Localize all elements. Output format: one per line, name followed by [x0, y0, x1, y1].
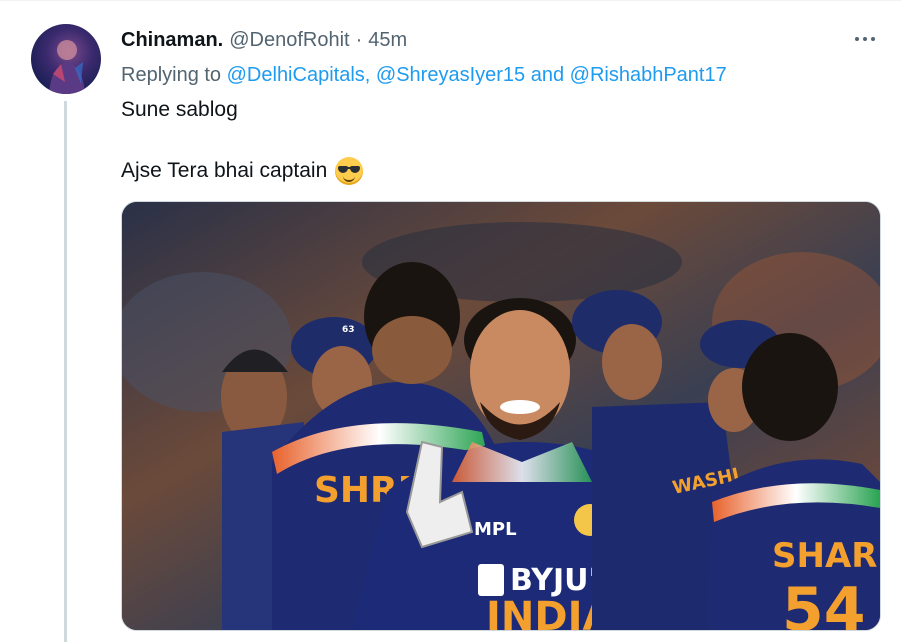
- author-handle[interactable]: @DenofRohit: [229, 29, 349, 52]
- more-dot: [871, 37, 875, 41]
- jersey-chest-logo: MPL: [474, 519, 517, 540]
- jersey-number-right: 54: [782, 575, 866, 630]
- jersey-name-right: SHARDU: [772, 536, 880, 576]
- more-dot: [863, 37, 867, 41]
- cap-number: 63: [342, 325, 355, 335]
- mention-shreyasiyer[interactable]: @ShreyasIyer15: [376, 64, 525, 86]
- tweet[interactable]: Chinaman. @DenofRohit · 45m Replying to …: [0, 0, 901, 642]
- avatar[interactable]: [31, 24, 101, 94]
- separator-dot: ·: [355, 28, 363, 51]
- mention-delhicapitals[interactable]: @DelhiCapitals,: [227, 64, 371, 86]
- replying-to-prefix: Replying to: [121, 64, 222, 86]
- replying-conjunction[interactable]: and: [531, 64, 564, 86]
- replying-to: Replying to @DelhiCapitals, @ShreyasIyer…: [121, 64, 727, 87]
- sponsor-logo-mark: [478, 564, 504, 596]
- timestamp[interactable]: 45m: [368, 29, 407, 52]
- tweet-header: Chinaman. @DenofRohit · 45m: [121, 28, 407, 52]
- tweet-text-line-1: Sune sablog: [121, 98, 238, 121]
- tweet-text-line-2: Ajse Tera bhai captain: [121, 157, 364, 185]
- author-display-name[interactable]: Chinaman.: [121, 29, 223, 52]
- sunglasses-emoji-icon: [335, 157, 364, 185]
- tweet-text-line-2-text: Ajse Tera bhai captain: [121, 159, 328, 182]
- more-horizontal-icon[interactable]: [851, 29, 879, 49]
- thread-line: [64, 101, 67, 642]
- tweet-media-photo[interactable]: SHREY 4 MPL BYJU'S INDIA WASHI: [121, 201, 881, 631]
- more-dot: [855, 37, 859, 41]
- mention-rishabhpant[interactable]: @RishabhPant17: [570, 64, 727, 86]
